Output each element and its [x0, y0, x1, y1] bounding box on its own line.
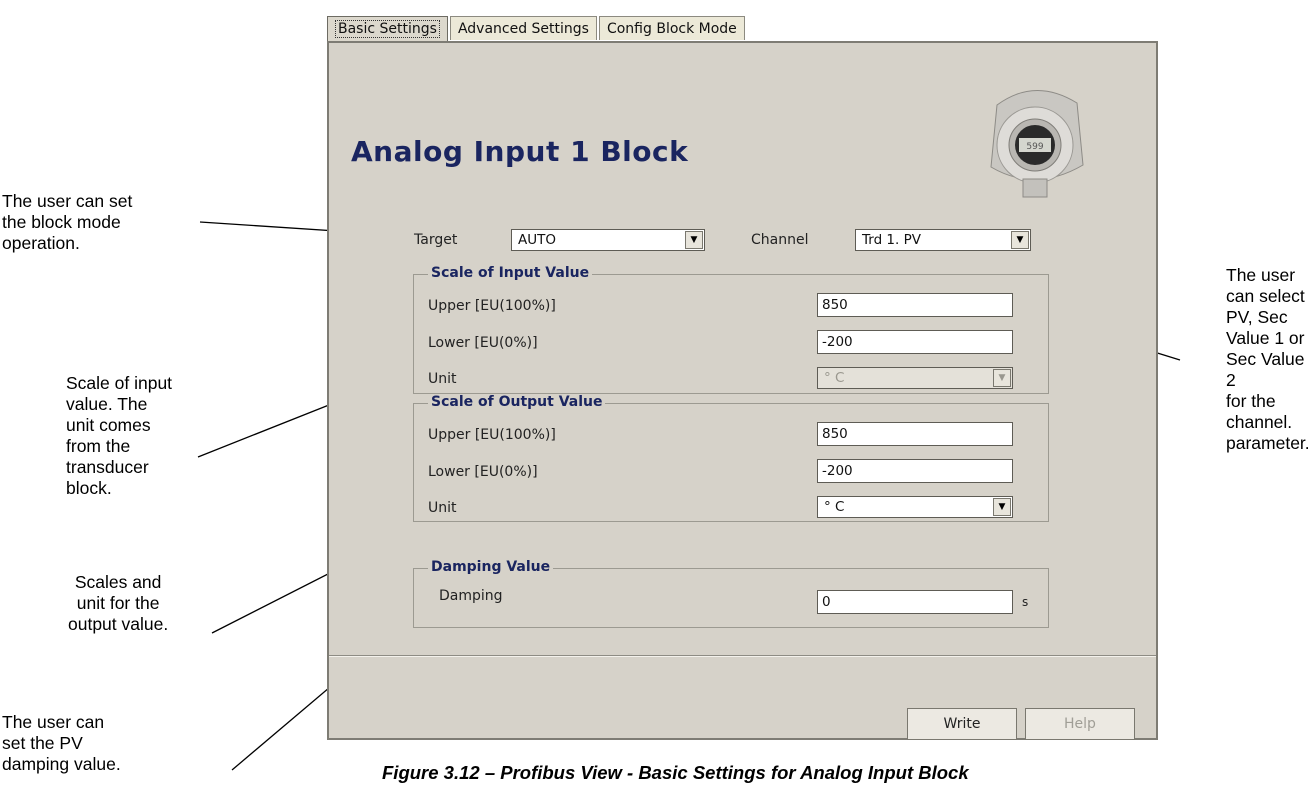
divider	[329, 655, 1156, 657]
output-unit-select[interactable]: ° C ▼	[817, 496, 1013, 518]
output-upper-label: Upper [EU(100%)]	[428, 427, 556, 443]
input-upper-label: Upper [EU(100%)]	[428, 298, 556, 314]
output-lower-label: Lower [EU(0%)]	[428, 464, 538, 480]
tab-basic-settings[interactable]: Basic Settings	[327, 16, 448, 43]
chevron-down-icon[interactable]: ▼	[1011, 231, 1029, 249]
annotation-target: The user can set the block mode operatio…	[2, 191, 133, 253]
output-scale-title: Scale of Output Value	[428, 394, 606, 410]
chevron-down-icon: ▼	[993, 369, 1011, 387]
annotation-output-scale: Scales and unit for the output value.	[68, 572, 169, 634]
output-unit-label: Unit	[428, 500, 457, 516]
figure-caption: Figure 3.12 – Profibus View - Basic Sett…	[382, 762, 969, 783]
input-lower-label: Lower [EU(0%)]	[428, 335, 538, 351]
device-display-text: 599	[1026, 142, 1043, 152]
help-button[interactable]: Help	[1025, 708, 1135, 740]
output-lower-field[interactable]: -200	[817, 459, 1013, 483]
target-select[interactable]: AUTO ▼	[511, 229, 705, 251]
damping-title: Damping Value	[428, 559, 554, 575]
damping-unit: s	[1022, 595, 1029, 609]
settings-panel: Analog Input 1 Block 599 Target AUTO ▼ Ch…	[327, 41, 1158, 740]
damping-label: Damping	[439, 588, 503, 604]
target-label: Target	[414, 232, 458, 248]
block-title: Analog Input 1 Block	[351, 135, 689, 168]
annotation-damping: The user can set the PV damping value.	[2, 712, 121, 774]
tab-bar: Basic Settings Advanced Settings Config …	[327, 16, 747, 43]
input-lower-field[interactable]: -200	[817, 330, 1013, 354]
annotation-input-scale: Scale of input value. The unit comes fro…	[66, 373, 173, 498]
write-button[interactable]: Write	[907, 708, 1017, 740]
tab-config-block-mode[interactable]: Config Block Mode	[598, 16, 745, 40]
input-scale-title: Scale of Input Value	[428, 265, 593, 281]
chevron-down-icon[interactable]: ▼	[993, 498, 1011, 516]
channel-label: Channel	[751, 232, 809, 248]
output-upper-field[interactable]: 850	[817, 422, 1013, 446]
channel-select[interactable]: Trd 1. PV ▼	[855, 229, 1031, 251]
input-unit-label: Unit	[428, 371, 457, 387]
annotation-channel: The user can select PV, Sec Value 1 or S…	[1226, 265, 1310, 453]
transmitter-device-image: 599	[990, 90, 1084, 198]
input-unit-select: ° C ▼	[817, 367, 1013, 389]
input-upper-field[interactable]: 850	[817, 293, 1013, 317]
tab-advanced-settings[interactable]: Advanced Settings	[449, 16, 597, 40]
damping-field[interactable]: 0	[817, 590, 1013, 614]
chevron-down-icon[interactable]: ▼	[685, 231, 703, 249]
